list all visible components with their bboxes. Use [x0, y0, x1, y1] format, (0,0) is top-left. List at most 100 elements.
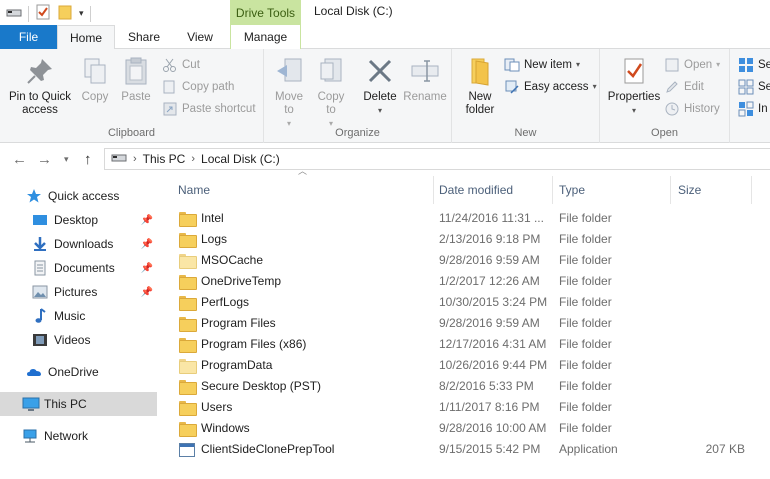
- folder-icon: [179, 401, 197, 416]
- qat-separator: [89, 5, 91, 22]
- select-all-icon: [738, 57, 754, 73]
- column-header-type[interactable]: Type: [551, 176, 671, 204]
- pin-icon[interactable]: 📌: [141, 239, 153, 250]
- file-row[interactable]: MSOCache 9/28/2016 9:59 AM File folder: [170, 250, 770, 271]
- paste-shortcut-button[interactable]: Paste shortcut: [162, 99, 256, 119]
- nav-videos[interactable]: Videos: [0, 328, 157, 352]
- breadcrumb-chevron-icon[interactable]: ›: [191, 153, 195, 165]
- file-type: File folder: [559, 358, 612, 372]
- new-folder-icon[interactable]: [57, 4, 73, 23]
- file-date-modified: 11/24/2016 11:31 ...: [439, 211, 544, 225]
- paste-icon: [120, 55, 152, 87]
- breadcrumb-local-disk[interactable]: Local Disk (C:): [201, 152, 280, 166]
- open-button[interactable]: Open ▾: [664, 55, 720, 75]
- file-date-modified: 2/13/2016 9:18 PM: [439, 232, 541, 246]
- column-header-name[interactable]: Name: [170, 176, 434, 204]
- nav-downloads[interactable]: Downloads 📌: [0, 232, 157, 256]
- file-row[interactable]: Windows 9/28/2016 10:00 AM File folder: [170, 418, 770, 439]
- move-to-button[interactable]: Move to ▾: [270, 55, 308, 130]
- download-arrow-icon: [32, 236, 48, 252]
- open-icon: [664, 57, 680, 73]
- back-arrow-icon[interactable]: ←: [12, 151, 27, 168]
- nav-onedrive-label: OneDrive: [48, 365, 99, 379]
- file-row[interactable]: ProgramData 10/26/2016 9:44 PM File folder: [170, 355, 770, 376]
- tab-file[interactable]: File: [0, 25, 57, 49]
- file-name-cell: ClientSideClonePrepTool: [179, 439, 434, 460]
- recent-locations-chevron-icon[interactable]: ▾: [64, 154, 69, 165]
- nav-this-pc[interactable]: This PC: [0, 392, 157, 416]
- forward-arrow-icon[interactable]: →: [37, 151, 52, 168]
- easy-access-button[interactable]: Easy access ▾: [504, 77, 597, 97]
- window-title: Local Disk (C:): [314, 4, 393, 18]
- file-name-cell: Logs: [179, 229, 434, 250]
- file-row[interactable]: ClientSideClonePrepTool 9/15/2015 5:42 PM…: [170, 439, 770, 460]
- column-header-date-modified[interactable]: Date modified: [431, 176, 553, 204]
- file-type: File folder: [559, 400, 612, 414]
- copy-button[interactable]: Copy: [76, 55, 114, 104]
- nav-pictures[interactable]: Pictures 📌: [0, 280, 157, 304]
- edit-button[interactable]: Edit: [664, 77, 704, 97]
- tab-manage[interactable]: Manage: [230, 25, 301, 49]
- easy-access-caret: ▾: [592, 82, 597, 91]
- rename-button[interactable]: Rename: [402, 55, 448, 104]
- customize-qat-icon[interactable]: ▾: [79, 8, 84, 19]
- properties-check-icon[interactable]: [35, 4, 51, 23]
- tab-home[interactable]: Home: [57, 25, 115, 50]
- title-bar: ▾ Drive Tools Local Disk (C:): [0, 0, 770, 25]
- history-button[interactable]: History: [664, 99, 720, 119]
- organize-group: Move to ▾ Copy to ▾ Delete ▾ Rename Organiz…: [264, 49, 452, 143]
- file-type: File folder: [559, 379, 612, 393]
- file-row[interactable]: Program Files (x86) 12/17/2016 4:31 AM Fil…: [170, 334, 770, 355]
- navigation-bar: ← → ▾ ↑ › This PC › Local Disk (C:): [0, 144, 770, 174]
- new-item-button[interactable]: New item ▾: [504, 55, 580, 75]
- nav-music[interactable]: Music: [0, 304, 157, 328]
- nav-desktop[interactable]: Desktop 📌: [0, 208, 157, 232]
- file-row[interactable]: OneDriveTemp 1/2/2017 12:26 AM File folder: [170, 271, 770, 292]
- file-row[interactable]: Logs 2/13/2016 9:18 PM File folder: [170, 229, 770, 250]
- nav-onedrive[interactable]: OneDrive: [0, 360, 157, 384]
- file-date-modified: 8/2/2016 5:33 PM: [439, 379, 534, 393]
- select-all-button[interactable]: Se: [738, 55, 770, 75]
- copy-to-button[interactable]: Copy to ▾: [312, 55, 350, 130]
- tab-share[interactable]: Share: [118, 25, 170, 49]
- file-type: File folder: [559, 295, 612, 309]
- breadcrumb-chevron-icon[interactable]: ›: [133, 153, 137, 165]
- file-date-modified: 1/2/2017 12:26 AM: [439, 274, 540, 288]
- column-header-size[interactable]: Size: [670, 176, 752, 204]
- nav-quick-access[interactable]: Quick access: [0, 184, 157, 208]
- properties-button[interactable]: Properties ▾: [604, 55, 664, 117]
- file-row[interactable]: Users 1/11/2017 8:16 PM File folder: [170, 397, 770, 418]
- star-icon: [26, 188, 42, 204]
- file-row[interactable]: Secure Desktop (PST) 8/2/2016 5:33 PM File…: [170, 376, 770, 397]
- easy-access-icon: [504, 79, 520, 95]
- drive-icon[interactable]: [6, 5, 22, 22]
- select-none-button[interactable]: Se: [738, 77, 770, 97]
- paste-button[interactable]: Paste: [116, 55, 156, 104]
- ribbon: Pin to Quick access Copy Paste Cut Copy …: [0, 49, 770, 143]
- nav-documents[interactable]: Documents 📌: [0, 256, 157, 280]
- pin-icon[interactable]: 📌: [141, 287, 153, 298]
- new-item-icon: [504, 57, 520, 73]
- delete-button[interactable]: Delete ▾: [360, 55, 400, 117]
- paste-shortcut-label: Paste shortcut: [182, 103, 256, 115]
- pin-icon[interactable]: 📌: [141, 263, 153, 274]
- new-folder-button[interactable]: New folder: [458, 55, 502, 117]
- file-date-modified: 9/28/2016 9:59 AM: [439, 316, 540, 330]
- file-row[interactable]: Program Files 9/28/2016 9:59 AM File folde…: [170, 313, 770, 334]
- copy-path-button[interactable]: Copy path: [162, 77, 234, 97]
- file-row[interactable]: PerfLogs 10/30/2015 3:24 PM File folder: [170, 292, 770, 313]
- address-bar[interactable]: › This PC › Local Disk (C:): [104, 148, 770, 170]
- up-arrow-icon[interactable]: ↑: [84, 151, 92, 168]
- pin-icon[interactable]: 📌: [141, 215, 153, 226]
- cut-button[interactable]: Cut: [162, 55, 200, 75]
- invert-selection-button[interactable]: In: [738, 99, 768, 119]
- file-name-cell: OneDriveTemp: [179, 271, 434, 292]
- file-row[interactable]: Intel 11/24/2016 11:31 ... File folder: [170, 208, 770, 229]
- folder-icon: [179, 212, 197, 227]
- tab-view[interactable]: View: [172, 25, 228, 49]
- nav-network[interactable]: Network: [0, 424, 157, 448]
- scissors-icon: [162, 57, 178, 73]
- pin-to-quick-access-button[interactable]: Pin to Quick access: [4, 55, 76, 117]
- delete-label: Delete: [363, 91, 397, 103]
- breadcrumb-this-pc[interactable]: This PC: [143, 152, 186, 166]
